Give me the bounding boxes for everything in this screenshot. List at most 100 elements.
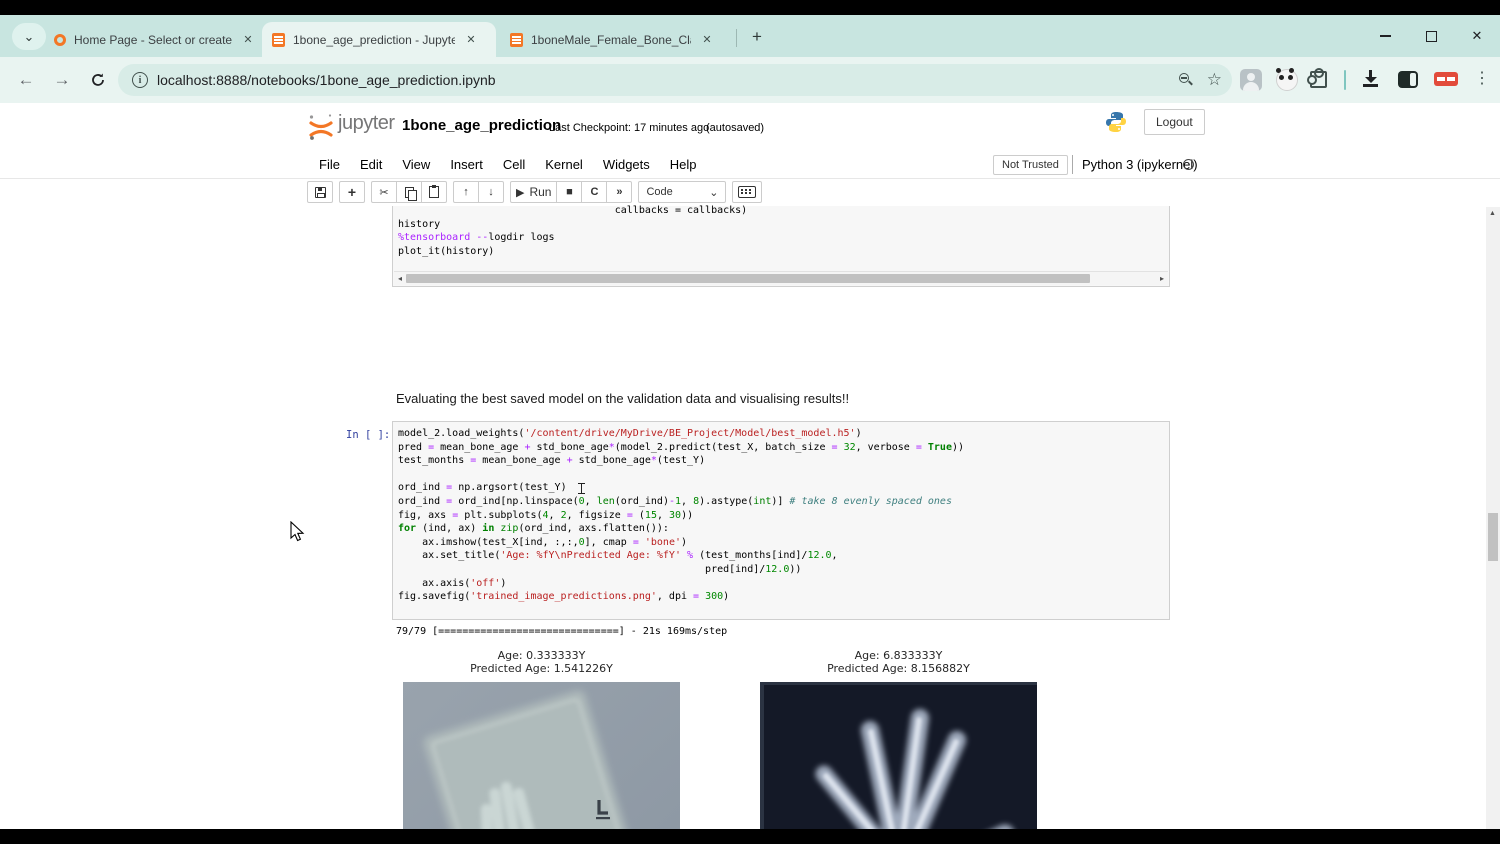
menu-file[interactable]: File	[309, 157, 350, 172]
browser-window: ⌄ Home Page - Select or create a ✕ 1bone…	[0, 15, 1500, 829]
xray-image-left	[403, 682, 680, 829]
close-tab-icon[interactable]: ✕	[463, 32, 479, 48]
jupyter-logo-icon	[308, 113, 334, 141]
play-icon: ▶	[516, 186, 524, 199]
figure-caption: Predicted Age: 8.156882Y	[760, 663, 1037, 676]
close-icon: ✕	[1472, 28, 1483, 44]
cell-horizontal-scrollbar[interactable]: ◂ ▸	[394, 271, 1168, 285]
tab-search-button[interactable]: ⌄	[12, 23, 46, 50]
browser-toolbar: ← → i localhost:8888/notebooks/1bone_age…	[0, 57, 1500, 103]
url-text[interactable]: localhost:8888/notebooks/1bone_age_predi…	[157, 72, 496, 88]
code-editor[interactable]: model_2.load_weights('/content/drive/MyD…	[393, 422, 1169, 619]
minimize-button[interactable]	[1362, 15, 1408, 57]
figure-caption: Age: 0.333333Y	[403, 650, 680, 663]
kernel-idle-icon	[1183, 159, 1194, 170]
chevron-down-icon: ⌄	[24, 29, 35, 45]
menu-widgets[interactable]: Widgets	[593, 157, 660, 172]
notebook-menubar: File Edit View Insert Cell Kernel Widget…	[0, 151, 1500, 179]
xray-image-right: L E1	[760, 682, 1037, 829]
scrollbar-thumb[interactable]	[1488, 513, 1498, 561]
notebook-title[interactable]: 1bone_age_prediction	[402, 117, 561, 134]
minimize-icon	[1380, 35, 1391, 37]
scroll-left-icon[interactable]: ◂	[394, 274, 406, 283]
screen: ⌄ Home Page - Select or create a ✕ 1bone…	[0, 0, 1500, 844]
checkpoint-text: Last Checkpoint: 17 minutes ago	[549, 122, 709, 134]
page-vertical-scrollbar[interactable]: ▲	[1486, 207, 1500, 829]
code-editor[interactable]: callbacks = callbacks)history%tensorboar…	[393, 199, 1169, 279]
not-trusted-label: Not Trusted	[1002, 159, 1059, 171]
add-cell-button[interactable]: +	[339, 181, 365, 203]
menu-cell[interactable]: Cell	[493, 157, 535, 172]
tab-home-page[interactable]: Home Page - Select or create a ✕	[44, 22, 258, 57]
restore-icon	[1426, 31, 1437, 42]
close-window-button[interactable]: ✕	[1454, 15, 1500, 57]
reload-icon	[90, 72, 106, 88]
notebook-page: jupyter 1bone_age_prediction Last Checkp…	[0, 103, 1500, 829]
downloads-icon[interactable]	[1362, 69, 1380, 87]
profile-extension-icon[interactable]	[1240, 69, 1262, 91]
browser-menu-icon[interactable]: ⋮	[1474, 68, 1490, 88]
tab-strip: ⌄ Home Page - Select or create a ✕ 1bone…	[0, 15, 1500, 57]
cell-output-text: 79/79 [==============================] -…	[396, 626, 727, 637]
tab-title: 1bone_age_prediction - Jupyter	[293, 33, 455, 47]
code-cell-partial[interactable]: callbacks = callbacks)history%tensorboar…	[392, 206, 1170, 287]
jupyter-favicon-icon	[54, 34, 66, 46]
back-button[interactable]: ←	[14, 68, 38, 92]
text-ibeam-cursor	[578, 483, 585, 494]
python-logo-icon	[1105, 111, 1127, 133]
scissors-icon: ✂	[379, 186, 388, 199]
address-bar[interactable]: i localhost:8888/notebooks/1bone_age_pre…	[118, 64, 1232, 96]
kernel-name[interactable]: Python 3 (ipykernel)	[1082, 157, 1198, 172]
logout-button[interactable]: Logout	[1144, 109, 1205, 135]
not-trusted-button[interactable]: Not Trusted	[993, 155, 1068, 175]
close-tab-icon[interactable]: ✕	[240, 32, 256, 48]
forward-button[interactable]: →	[50, 68, 74, 92]
logout-label: Logout	[1156, 115, 1193, 129]
jupyter-wordmark[interactable]: jupyter	[338, 112, 395, 135]
tab-bone-classification[interactable]: 1boneMale_Female_Bone_Class ✕	[500, 22, 728, 57]
notebook-body: callbacks = callbacks)history%tensorboar…	[0, 207, 1486, 829]
tab-title: Home Page - Select or create a	[74, 33, 232, 47]
markdown-cell[interactable]: Evaluating the best saved model on the v…	[396, 391, 849, 406]
notebook-favicon-icon	[510, 33, 523, 47]
arrow-down-icon: ↓	[488, 186, 494, 198]
reload-button[interactable]	[86, 68, 110, 92]
notebook-favicon-icon	[272, 33, 285, 47]
scroll-right-icon[interactable]: ▸	[1156, 274, 1168, 283]
zoom-out-icon[interactable]	[1179, 73, 1193, 87]
menu-kernel[interactable]: Kernel	[535, 157, 593, 172]
tab-divider	[736, 29, 737, 47]
fast-forward-icon: »	[616, 186, 622, 198]
save-button[interactable]	[307, 181, 333, 203]
bookmark-star-icon[interactable]: ☆	[1207, 70, 1222, 90]
menu-insert[interactable]: Insert	[440, 157, 493, 172]
new-tab-button[interactable]: +	[744, 24, 770, 50]
tab-title: 1boneMale_Female_Bone_Class	[531, 33, 691, 47]
restart-icon: C	[591, 186, 599, 198]
plus-icon: +	[348, 184, 356, 200]
bottom-letterbox	[0, 829, 1500, 844]
menu-help[interactable]: Help	[660, 157, 707, 172]
restore-button[interactable]	[1408, 15, 1454, 57]
side-panel-icon[interactable]	[1398, 71, 1418, 88]
tab-bone-age-prediction[interactable]: 1bone_age_prediction - Jupyter ✕	[262, 22, 496, 57]
scroll-up-icon[interactable]: ▲	[1489, 210, 1496, 217]
toolbar-separator	[1344, 70, 1346, 90]
cell-prompt: In [ ]:	[346, 429, 390, 441]
stop-icon: ■	[566, 186, 573, 198]
scrollbar-thumb[interactable]	[406, 274, 1090, 283]
window-controls: ✕	[1362, 15, 1500, 57]
figure-left: Age: 0.333333Y Predicted Age: 1.541226Y	[403, 650, 680, 829]
jupyter-header: jupyter 1bone_age_prediction Last Checkp…	[0, 103, 1500, 151]
save-icon	[315, 187, 326, 198]
adblock-extension-icon[interactable]	[1434, 72, 1458, 86]
code-cell-main[interactable]: model_2.load_weights('/content/drive/MyD…	[392, 421, 1170, 620]
menu-view[interactable]: View	[392, 157, 440, 172]
menu-edit[interactable]: Edit	[350, 157, 392, 172]
run-label: Run	[529, 185, 551, 199]
extensions-puzzle-icon[interactable]	[1308, 69, 1326, 87]
paste-icon	[429, 186, 439, 198]
close-tab-icon[interactable]: ✕	[699, 32, 715, 48]
panda-extension-icon[interactable]	[1276, 69, 1298, 91]
site-info-icon[interactable]: i	[132, 72, 148, 88]
